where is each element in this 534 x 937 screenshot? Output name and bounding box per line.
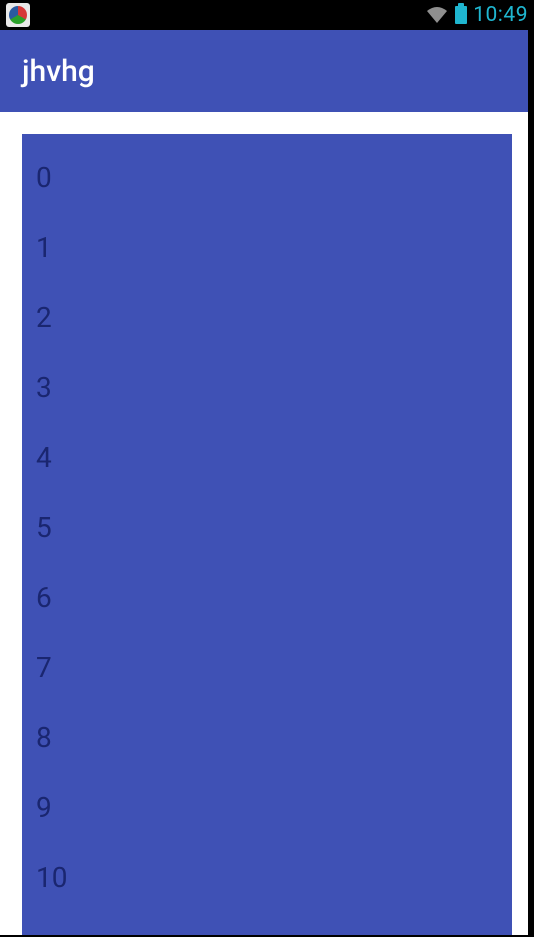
status-left <box>6 3 30 27</box>
list-item[interactable]: 9 <box>36 772 512 842</box>
list-item[interactable]: 10 <box>36 842 512 912</box>
app-bar: jhvhg <box>0 30 534 112</box>
status-right: 10:49 <box>425 3 528 27</box>
list-container[interactable]: 0 1 2 3 4 5 6 7 8 9 10 <box>22 134 512 937</box>
app-tray-icon <box>6 3 30 27</box>
status-bar: 10:49 <box>0 0 534 30</box>
list-item[interactable]: 1 <box>36 212 512 282</box>
list-item[interactable]: 8 <box>36 702 512 772</box>
list-item[interactable]: 4 <box>36 422 512 492</box>
list-item[interactable]: 3 <box>36 352 512 422</box>
list-item[interactable]: 0 <box>36 142 512 212</box>
wifi-icon <box>425 5 449 25</box>
list-item[interactable]: 2 <box>36 282 512 352</box>
list-item[interactable]: 6 <box>36 562 512 632</box>
content-area: 0 1 2 3 4 5 6 7 8 9 10 <box>0 112 534 937</box>
list-item[interactable]: 5 <box>36 492 512 562</box>
app-title: jhvhg <box>22 54 95 89</box>
battery-icon <box>455 6 467 24</box>
clock: 10:49 <box>473 3 528 27</box>
list-item[interactable]: 7 <box>36 632 512 702</box>
right-border <box>528 30 534 937</box>
